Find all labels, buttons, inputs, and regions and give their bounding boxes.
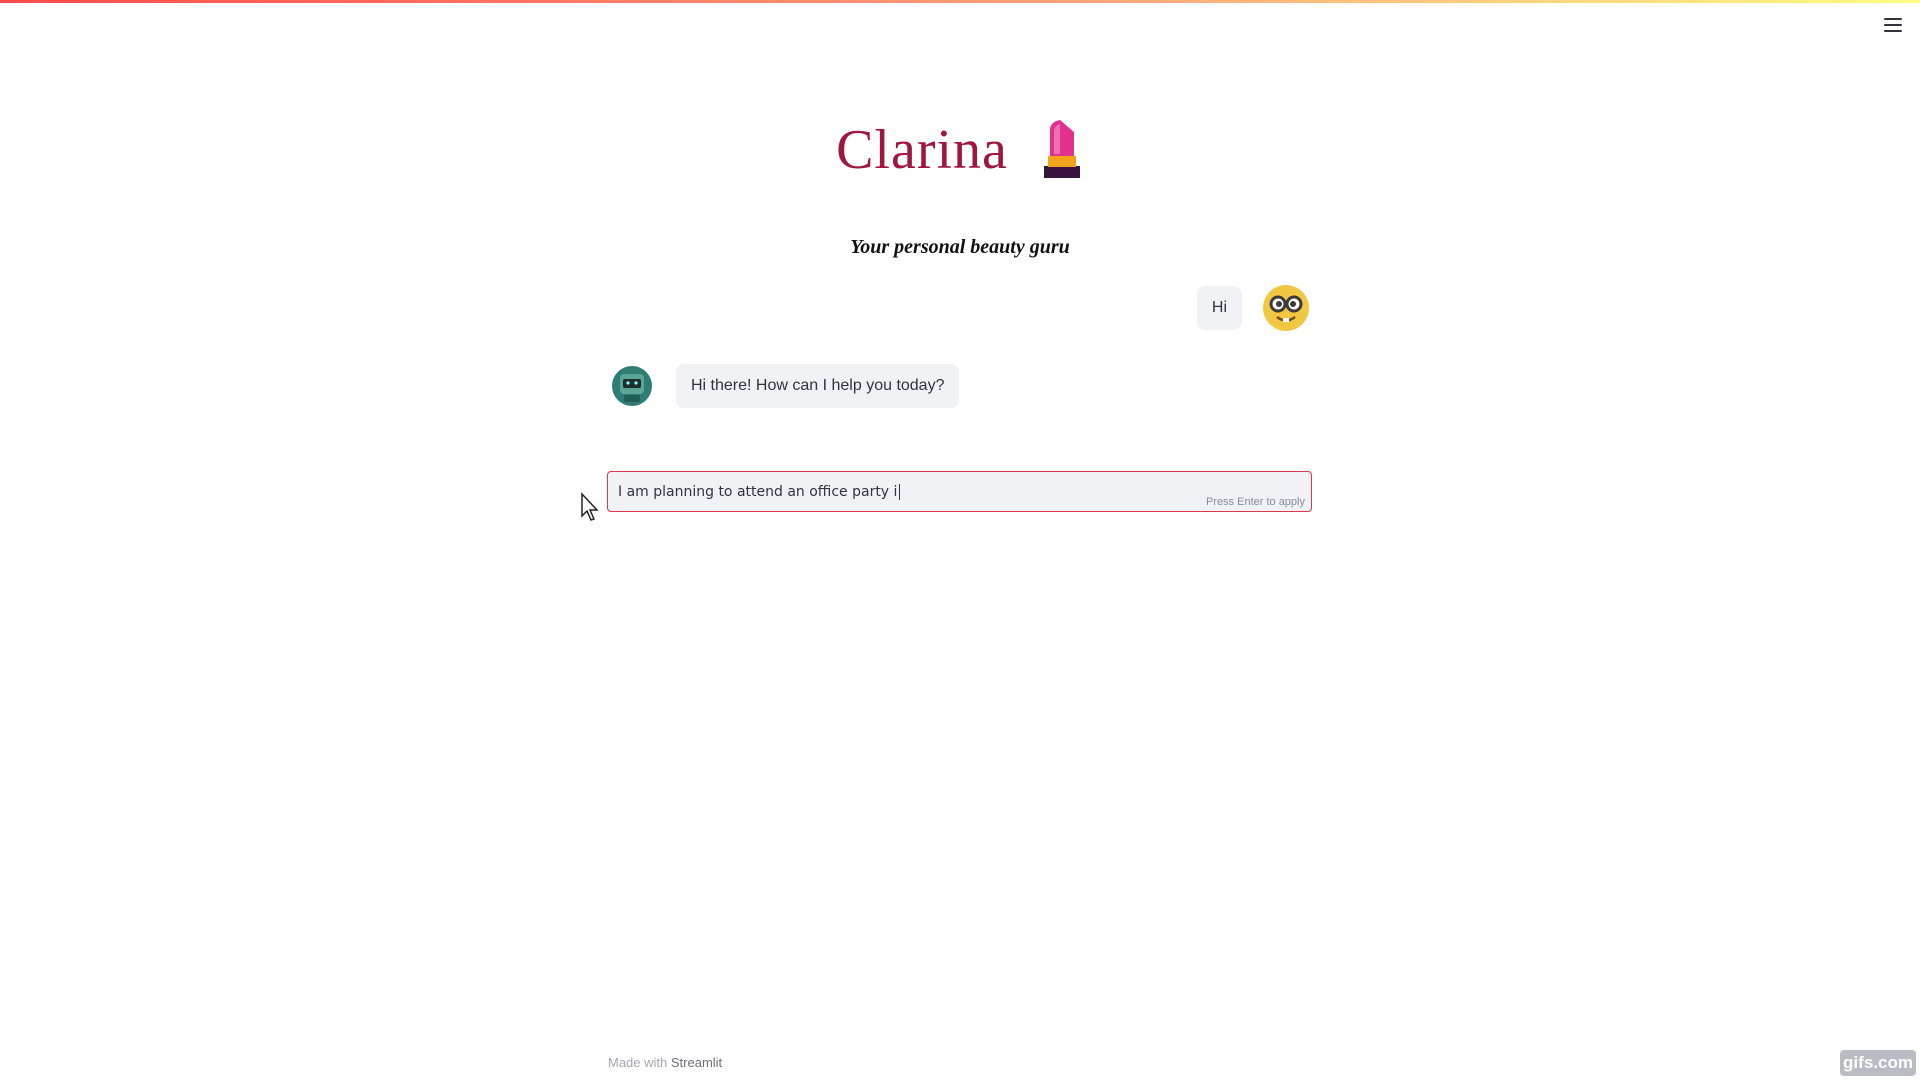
gifs-watermark: gifs.com [1840,1050,1916,1076]
mouse-cursor-icon [581,492,599,521]
user-message-bubble: Hi [1196,286,1242,330]
page-subtitle: Your personal beauty guru [850,236,1070,258]
title-row: Clarina [0,118,1920,182]
chat-input-value[interactable]: I am planning to attend an office party … [618,484,901,500]
lipstick-icon [1043,120,1080,178]
chat-message-assistant: Hi there! How can I help you today? [610,364,960,408]
top-decoration-bar [0,0,1920,3]
input-hint: Press Enter to apply [1205,496,1305,508]
footer-made-with: Made with [608,1055,668,1070]
text-caret [899,484,901,500]
page-title: Clarina [836,119,1008,181]
footer: Made with Streamlit [608,1055,722,1070]
chat-input-field[interactable]: I am planning to attend an office party … [607,471,1312,512]
hamburger-menu-icon[interactable] [1884,18,1902,32]
nerd-face-icon [1263,285,1309,331]
footer-streamlit-link[interactable]: Streamlit [671,1055,722,1070]
chat-message-user: Hi [1196,284,1310,332]
assistant-message-bubble: Hi there! How can I help you today? [676,364,960,408]
robot-icon [612,366,652,406]
